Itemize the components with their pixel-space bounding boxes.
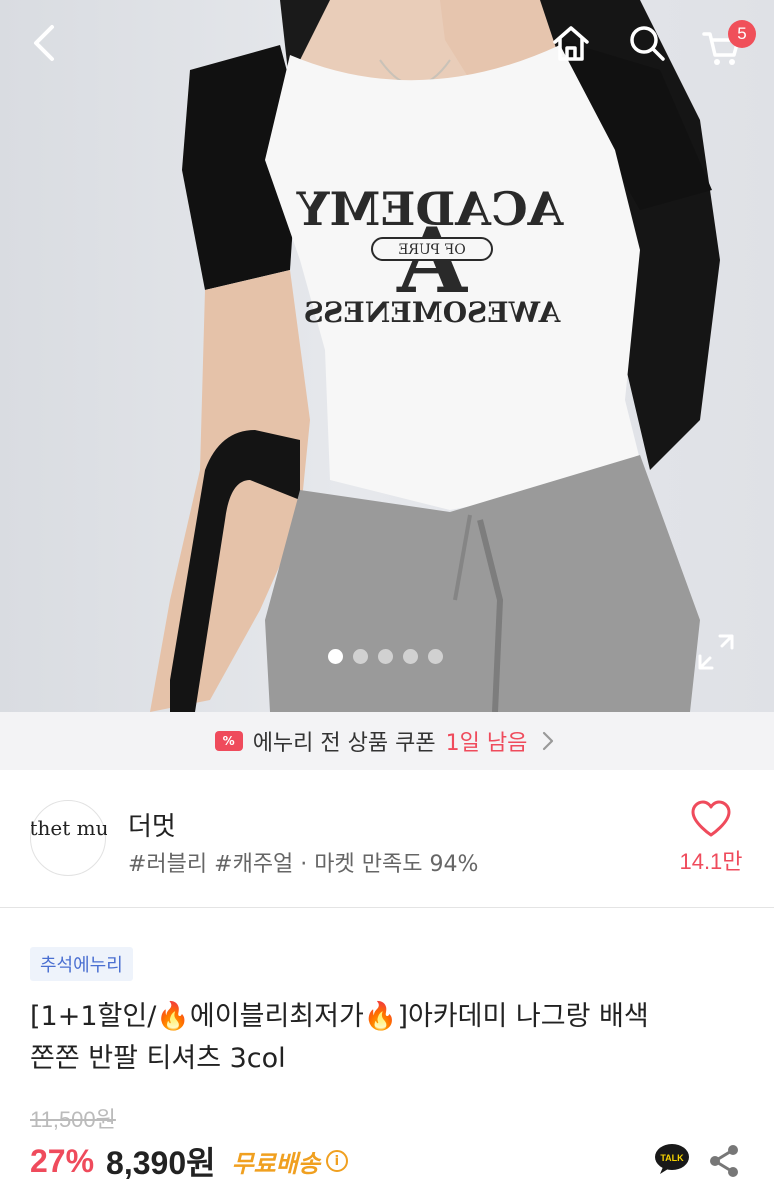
product-photo: ACADEMY A OF PURE AWESOMENESS — [150, 0, 720, 712]
chevron-left-icon — [34, 25, 54, 61]
pagination-dot[interactable] — [378, 649, 393, 664]
pagination-dot[interactable] — [353, 649, 368, 664]
coupon-remaining: 1일 남음 — [445, 731, 528, 756]
original-price: 11,500원 — [30, 1107, 116, 1132]
title-part1: [1+1할인/ — [30, 1001, 157, 1032]
pagination-dot[interactable] — [403, 649, 418, 664]
product-image-gallery[interactable]: ACADEMY A OF PURE AWESOMENESS 5 — [0, 0, 774, 712]
product-title: [1+1할인/🔥에이블리최저가🔥]아카데미 나그랑 배색 쫀쫀 반팔 티셔츠 3… — [30, 996, 750, 1080]
shop-logo-text: thet mu — [31, 816, 107, 840]
shop-info: thet mu 더멋 #러블리 #캐주얼 · 마켓 만족도 94% 14.1만 — [0, 770, 774, 908]
coupon-icon: % — [214, 731, 243, 751]
pagination-dot[interactable] — [428, 649, 443, 664]
cart-button[interactable]: 5 — [698, 18, 756, 68]
cart-count-badge: 5 — [728, 20, 756, 48]
free-shipping-label: 무료배송 — [231, 1149, 320, 1178]
info-icon[interactable]: i — [325, 1150, 348, 1172]
fire-icon: 🔥 — [363, 1001, 398, 1032]
shop-logo[interactable]: thet mu — [30, 800, 109, 876]
fire-icon: 🔥 — [156, 1001, 190, 1032]
title-part3: ]아카데미 나그랑 배색 — [397, 1001, 649, 1032]
like-button[interactable]: 14.1만 — [676, 800, 746, 890]
home-button[interactable] — [546, 18, 596, 68]
search-icon — [630, 26, 665, 61]
share-icon[interactable] — [706, 1143, 742, 1179]
shirt-print-line3: AWESOMENESS — [304, 296, 562, 329]
shop-tags: #러블리 #캐주얼 · 마켓 만족도 94% — [128, 852, 479, 877]
discount-rate: 27% — [30, 1142, 95, 1179]
expand-icon[interactable] — [694, 630, 738, 674]
like-count: 14.1만 — [679, 849, 743, 874]
chevron-right-icon — [543, 731, 554, 751]
shop-name[interactable]: 더멋 — [128, 806, 176, 843]
gallery-pagination — [328, 649, 443, 664]
kakao-talk-label: TALK — [660, 1153, 684, 1163]
pagination-dot-active[interactable] — [328, 649, 343, 664]
back-button[interactable] — [20, 18, 70, 68]
price-row: 27% 8,390원 무료배송 i — [30, 1138, 348, 1184]
title-part2: 에이블리최저가 — [189, 1001, 364, 1032]
shop-logo-mark: thet mu — [30, 816, 109, 840]
home-icon — [553, 26, 589, 61]
sale-price: 8,390원 — [106, 1145, 216, 1181]
search-button[interactable] — [622, 18, 672, 68]
heart-icon — [691, 800, 731, 837]
event-badge: 추석에누리 — [30, 947, 133, 981]
shirt-print-banner: OF PURE — [398, 242, 465, 258]
coupon-text: 에누리 전 상품 쿠폰 — [252, 731, 436, 756]
kakao-talk-share-icon[interactable]: TALK — [654, 1143, 690, 1175]
coupon-banner[interactable]: % 에누리 전 상품 쿠폰 1일 남음 — [0, 712, 774, 770]
title-line2: 쫀쫀 반팔 티셔츠 3col — [30, 1043, 286, 1074]
